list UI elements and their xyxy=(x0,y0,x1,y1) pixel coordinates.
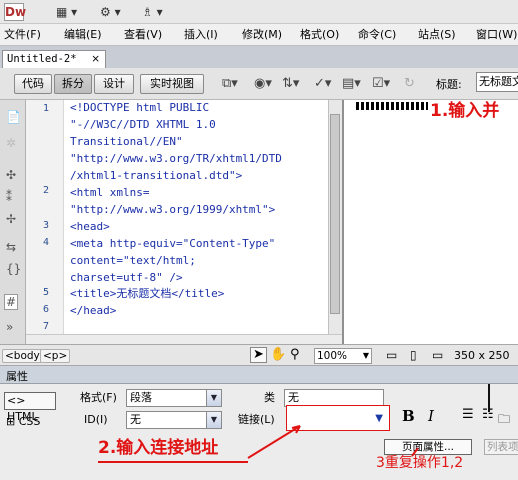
annotation-arrows xyxy=(247,425,419,459)
arrow-to-link-field xyxy=(247,425,301,459)
arrow-to-page-props xyxy=(411,447,419,457)
